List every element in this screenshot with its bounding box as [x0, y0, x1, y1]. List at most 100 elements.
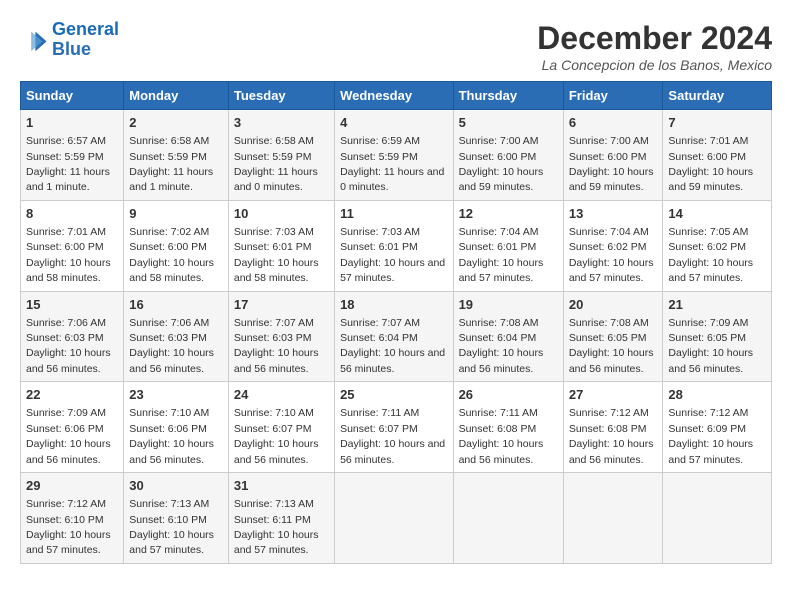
day-number: 25 — [340, 386, 447, 404]
day-info: Sunrise: 7:04 AMSunset: 6:02 PMDaylight:… — [569, 226, 654, 284]
day-info: Sunrise: 7:07 AMSunset: 6:03 PMDaylight:… — [234, 317, 319, 375]
week-row-5: 29 Sunrise: 7:12 AMSunset: 6:10 PMDaylig… — [21, 473, 772, 564]
day-info: Sunrise: 7:04 AMSunset: 6:01 PMDaylight:… — [459, 226, 544, 284]
week-row-2: 8 Sunrise: 7:01 AMSunset: 6:00 PMDayligh… — [21, 200, 772, 291]
day-info: Sunrise: 7:03 AMSunset: 6:01 PMDaylight:… — [234, 226, 319, 284]
day-info: Sunrise: 7:08 AMSunset: 6:04 PMDaylight:… — [459, 317, 544, 375]
day-number: 17 — [234, 296, 329, 314]
month-title: December 2024 — [537, 20, 772, 57]
day-info: Sunrise: 7:11 AMSunset: 6:07 PMDaylight:… — [340, 407, 445, 465]
day-cell: 23 Sunrise: 7:10 AMSunset: 6:06 PMDaylig… — [124, 382, 229, 473]
day-number: 22 — [26, 386, 118, 404]
day-info: Sunrise: 7:06 AMSunset: 6:03 PMDaylight:… — [129, 317, 214, 375]
day-info: Sunrise: 7:00 AMSunset: 6:00 PMDaylight:… — [569, 135, 654, 193]
day-cell: 20 Sunrise: 7:08 AMSunset: 6:05 PMDaylig… — [563, 291, 663, 382]
day-cell: 27 Sunrise: 7:12 AMSunset: 6:08 PMDaylig… — [563, 382, 663, 473]
day-number: 31 — [234, 477, 329, 495]
day-cell: 31 Sunrise: 7:13 AMSunset: 6:11 PMDaylig… — [228, 473, 334, 564]
day-cell: 10 Sunrise: 7:03 AMSunset: 6:01 PMDaylig… — [228, 200, 334, 291]
day-number: 5 — [459, 114, 558, 132]
day-number: 28 — [668, 386, 766, 404]
day-cell: 9 Sunrise: 7:02 AMSunset: 6:00 PMDayligh… — [124, 200, 229, 291]
day-number: 20 — [569, 296, 658, 314]
day-info: Sunrise: 7:09 AMSunset: 6:06 PMDaylight:… — [26, 407, 111, 465]
day-info: Sunrise: 7:12 AMSunset: 6:09 PMDaylight:… — [668, 407, 753, 465]
day-number: 6 — [569, 114, 658, 132]
day-cell: 19 Sunrise: 7:08 AMSunset: 6:04 PMDaylig… — [453, 291, 563, 382]
day-info: Sunrise: 7:09 AMSunset: 6:05 PMDaylight:… — [668, 317, 753, 375]
day-cell: 28 Sunrise: 7:12 AMSunset: 6:09 PMDaylig… — [663, 382, 772, 473]
day-cell: 16 Sunrise: 7:06 AMSunset: 6:03 PMDaylig… — [124, 291, 229, 382]
day-number: 16 — [129, 296, 223, 314]
day-cell — [663, 473, 772, 564]
day-info: Sunrise: 7:06 AMSunset: 6:03 PMDaylight:… — [26, 317, 111, 375]
title-block: December 2024 La Concepcion de los Banos… — [537, 20, 772, 73]
header-cell-monday: Monday — [124, 82, 229, 110]
calendar-header: SundayMondayTuesdayWednesdayThursdayFrid… — [21, 82, 772, 110]
day-cell: 26 Sunrise: 7:11 AMSunset: 6:08 PMDaylig… — [453, 382, 563, 473]
day-cell: 7 Sunrise: 7:01 AMSunset: 6:00 PMDayligh… — [663, 110, 772, 201]
day-info: Sunrise: 7:02 AMSunset: 6:00 PMDaylight:… — [129, 226, 214, 284]
week-row-3: 15 Sunrise: 7:06 AMSunset: 6:03 PMDaylig… — [21, 291, 772, 382]
logo: General Blue — [20, 20, 119, 60]
day-cell: 1 Sunrise: 6:57 AMSunset: 5:59 PMDayligh… — [21, 110, 124, 201]
calendar-table: SundayMondayTuesdayWednesdayThursdayFrid… — [20, 81, 772, 564]
day-cell: 18 Sunrise: 7:07 AMSunset: 6:04 PMDaylig… — [335, 291, 453, 382]
day-info: Sunrise: 6:57 AMSunset: 5:59 PMDaylight:… — [26, 135, 110, 193]
day-cell: 8 Sunrise: 7:01 AMSunset: 6:00 PMDayligh… — [21, 200, 124, 291]
day-cell: 2 Sunrise: 6:58 AMSunset: 5:59 PMDayligh… — [124, 110, 229, 201]
week-row-4: 22 Sunrise: 7:09 AMSunset: 6:06 PMDaylig… — [21, 382, 772, 473]
day-number: 26 — [459, 386, 558, 404]
day-number: 29 — [26, 477, 118, 495]
day-info: Sunrise: 7:08 AMSunset: 6:05 PMDaylight:… — [569, 317, 654, 375]
header-cell-sunday: Sunday — [21, 82, 124, 110]
day-info: Sunrise: 6:58 AMSunset: 5:59 PMDaylight:… — [129, 135, 213, 193]
day-info: Sunrise: 7:01 AMSunset: 6:00 PMDaylight:… — [668, 135, 753, 193]
header-cell-friday: Friday — [563, 82, 663, 110]
page-header: General Blue December 2024 La Concepcion… — [20, 20, 772, 73]
week-row-1: 1 Sunrise: 6:57 AMSunset: 5:59 PMDayligh… — [21, 110, 772, 201]
day-number: 13 — [569, 205, 658, 223]
header-cell-wednesday: Wednesday — [335, 82, 453, 110]
day-info: Sunrise: 6:59 AMSunset: 5:59 PMDaylight:… — [340, 135, 444, 193]
header-cell-thursday: Thursday — [453, 82, 563, 110]
day-number: 11 — [340, 205, 447, 223]
calendar-body: 1 Sunrise: 6:57 AMSunset: 5:59 PMDayligh… — [21, 110, 772, 564]
header-cell-tuesday: Tuesday — [228, 82, 334, 110]
header-cell-saturday: Saturday — [663, 82, 772, 110]
day-info: Sunrise: 7:03 AMSunset: 6:01 PMDaylight:… — [340, 226, 445, 284]
day-cell: 17 Sunrise: 7:07 AMSunset: 6:03 PMDaylig… — [228, 291, 334, 382]
day-cell — [563, 473, 663, 564]
day-cell: 3 Sunrise: 6:58 AMSunset: 5:59 PMDayligh… — [228, 110, 334, 201]
day-number: 27 — [569, 386, 658, 404]
day-info: Sunrise: 7:10 AMSunset: 6:06 PMDaylight:… — [129, 407, 214, 465]
day-info: Sunrise: 7:13 AMSunset: 6:10 PMDaylight:… — [129, 498, 214, 556]
day-info: Sunrise: 7:05 AMSunset: 6:02 PMDaylight:… — [668, 226, 753, 284]
day-info: Sunrise: 7:12 AMSunset: 6:10 PMDaylight:… — [26, 498, 111, 556]
day-info: Sunrise: 7:01 AMSunset: 6:00 PMDaylight:… — [26, 226, 111, 284]
day-number: 2 — [129, 114, 223, 132]
day-number: 8 — [26, 205, 118, 223]
day-number: 1 — [26, 114, 118, 132]
day-cell: 13 Sunrise: 7:04 AMSunset: 6:02 PMDaylig… — [563, 200, 663, 291]
day-cell — [335, 473, 453, 564]
day-number: 24 — [234, 386, 329, 404]
day-number: 15 — [26, 296, 118, 314]
day-cell: 22 Sunrise: 7:09 AMSunset: 6:06 PMDaylig… — [21, 382, 124, 473]
logo-text: General Blue — [52, 20, 119, 60]
day-number: 3 — [234, 114, 329, 132]
day-number: 4 — [340, 114, 447, 132]
day-info: Sunrise: 7:11 AMSunset: 6:08 PMDaylight:… — [459, 407, 544, 465]
day-cell: 6 Sunrise: 7:00 AMSunset: 6:00 PMDayligh… — [563, 110, 663, 201]
day-number: 19 — [459, 296, 558, 314]
day-number: 12 — [459, 205, 558, 223]
day-info: Sunrise: 7:13 AMSunset: 6:11 PMDaylight:… — [234, 498, 319, 556]
day-number: 23 — [129, 386, 223, 404]
day-cell: 14 Sunrise: 7:05 AMSunset: 6:02 PMDaylig… — [663, 200, 772, 291]
day-cell: 25 Sunrise: 7:11 AMSunset: 6:07 PMDaylig… — [335, 382, 453, 473]
logo-icon — [20, 26, 48, 54]
day-cell: 4 Sunrise: 6:59 AMSunset: 5:59 PMDayligh… — [335, 110, 453, 201]
day-cell: 30 Sunrise: 7:13 AMSunset: 6:10 PMDaylig… — [124, 473, 229, 564]
day-cell: 11 Sunrise: 7:03 AMSunset: 6:01 PMDaylig… — [335, 200, 453, 291]
day-number: 14 — [668, 205, 766, 223]
